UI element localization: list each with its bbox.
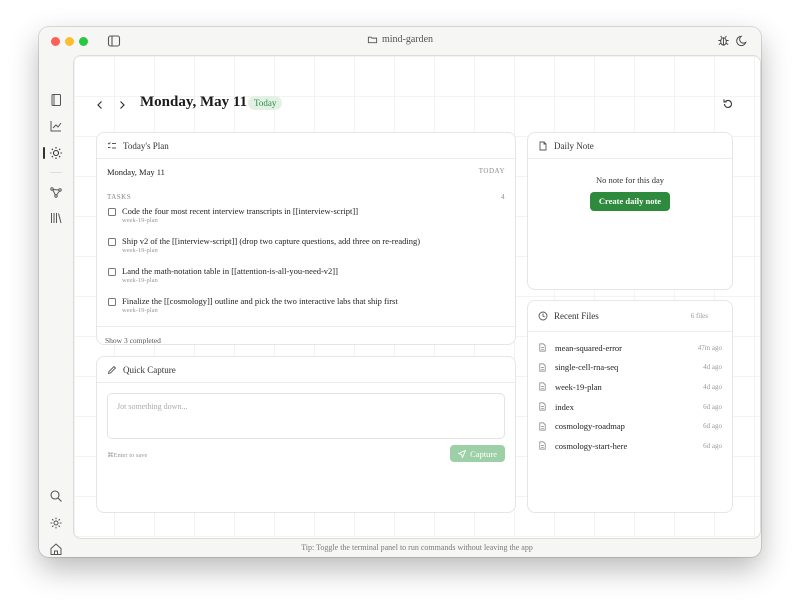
moon-icon[interactable]: [736, 34, 749, 47]
task-text[interactable]: Land the math-notation table in [[attent…: [122, 263, 515, 276]
home-icon[interactable]: [49, 542, 63, 556]
graph-icon[interactable]: [49, 185, 63, 199]
refresh-icon[interactable]: [722, 97, 734, 109]
recent-file-time: 6d ago: [703, 422, 722, 431]
page-title: Monday, May 11: [140, 94, 248, 110]
app-window: mind-garden Monday, May 11 Today Today's…: [39, 27, 761, 557]
recent-file-time: 6d ago: [703, 402, 722, 411]
task-text[interactable]: Finalize the [[cosmology]] outline and p…: [122, 293, 515, 306]
window-title: mind-garden: [39, 34, 761, 45]
recent-file-time: 6d ago: [703, 441, 722, 450]
todays-plan-header: Today's Plan: [97, 133, 515, 159]
recent-file-row[interactable]: index 6d ago: [528, 397, 732, 417]
plan-date-tag: TODAY: [478, 167, 505, 175]
plan-date: Monday, May 11: [107, 167, 165, 177]
daily-note-card: Daily Note No note for this day Create d…: [527, 132, 733, 290]
task-item: Land the math-notation table in [[attent…: [97, 263, 515, 293]
task-checkbox[interactable]: [108, 208, 116, 216]
task-checkbox[interactable]: [108, 298, 116, 306]
file-icon: [539, 422, 546, 431]
rail-divider: [50, 172, 62, 173]
notebook-icon[interactable]: [49, 93, 63, 107]
window-title-text: mind-garden: [381, 34, 434, 45]
tasks-label: TASKS: [107, 193, 132, 201]
quick-capture-title: Quick Capture: [123, 364, 176, 375]
daily-note-empty-text: No note for this day: [596, 175, 664, 185]
recent-file-name: cosmology-roadmap: [555, 421, 625, 432]
recent-file-row[interactable]: cosmology-roadmap 6d ago: [528, 416, 732, 436]
library-icon[interactable]: [49, 211, 63, 225]
create-daily-note-button[interactable]: Create daily note: [590, 192, 670, 211]
task-source[interactable]: week-19-plan: [122, 217, 515, 224]
recent-file-name: mean-squared-error: [555, 342, 623, 353]
capture-button-label: Capture: [470, 448, 497, 459]
search-icon[interactable]: [49, 489, 63, 503]
file-icon: [539, 343, 546, 352]
icon-rail: [39, 55, 73, 557]
task-source[interactable]: week-19-plan: [122, 247, 515, 254]
document-icon: [539, 141, 547, 150]
pencil-icon: [107, 365, 117, 374]
recent-file-time: 47m ago: [697, 343, 722, 352]
task-text[interactable]: Ship v2 of the [[interview-script]] (dro…: [122, 233, 515, 246]
recent-files-count: 6 files: [690, 312, 708, 320]
task-source[interactable]: week-19-plan: [122, 307, 515, 314]
previous-day-icon[interactable]: [94, 98, 106, 110]
show-completed-toggle[interactable]: Show 3 completed: [97, 326, 515, 344]
recent-files-list: mean-squared-error 47m ago single-cell-r…: [528, 332, 732, 456]
file-icon: [539, 402, 546, 411]
capture-hint: ⌘Enter to save: [107, 452, 148, 459]
task-text[interactable]: Code the four most recent interview tran…: [122, 203, 515, 216]
task-item: Code the four most recent interview tran…: [97, 203, 515, 233]
rail-active-indicator: [43, 147, 45, 159]
clock-icon: [538, 311, 548, 321]
file-icon: [539, 383, 546, 391]
task-item: Ship v2 of the [[interview-script]] (dro…: [97, 233, 515, 263]
recent-file-row[interactable]: cosmology-start-here 6d ago: [528, 436, 732, 456]
recent-files-title: Recent Files: [554, 311, 599, 321]
checklist-icon: [107, 141, 116, 148]
recent-file-name: week-19-plan: [555, 381, 602, 392]
recent-file-name: single-cell-rna-seq: [555, 362, 619, 373]
recent-file-row[interactable]: mean-squared-error 47m ago: [528, 338, 732, 358]
task-checkbox[interactable]: [108, 238, 116, 246]
chart-icon[interactable]: [49, 119, 63, 133]
tip-bar: Tip: Toggle the terminal panel to run co…: [301, 543, 533, 552]
daily-note-header: Daily Note: [528, 133, 732, 159]
titlebar: mind-garden: [39, 27, 761, 55]
recent-file-name: cosmology-start-here: [555, 440, 628, 451]
today-badge[interactable]: Today: [248, 96, 283, 110]
recent-file-row[interactable]: week-19-plan 4d ago: [528, 377, 732, 397]
task-item: Finalize the [[cosmology]] outline and p…: [97, 293, 515, 323]
task-checkbox[interactable]: [108, 268, 116, 276]
next-day-icon[interactable]: [116, 98, 128, 110]
task-list: Code the four most recent interview tran…: [97, 201, 515, 323]
recent-file-time: 4d ago: [703, 382, 722, 391]
recent-file-name: index: [555, 401, 574, 412]
capture-input[interactable]: Jot something down...: [107, 393, 505, 439]
file-icon: [539, 441, 546, 450]
quick-capture-card: Quick Capture Jot something down... ⌘Ent…: [96, 356, 516, 513]
todays-plan-card: Today's Plan Monday, May 11 TODAY TASKS …: [96, 132, 516, 345]
daily-note-title: Daily Note: [554, 140, 594, 151]
recent-file-time: 4d ago: [703, 363, 722, 372]
send-icon: [458, 449, 467, 458]
folder-icon: [367, 36, 378, 44]
recent-file-row[interactable]: single-cell-rna-seq 4d ago: [528, 358, 732, 378]
bug-icon[interactable]: [717, 34, 730, 47]
file-icon: [539, 363, 546, 372]
capture-button[interactable]: Capture: [450, 445, 505, 462]
sun-icon[interactable]: [49, 146, 63, 160]
recent-files-card: Recent Files 6 files mean-squared-error …: [527, 300, 733, 513]
todays-plan-title: Today's Plan: [123, 140, 169, 151]
gear-icon[interactable]: [49, 516, 63, 530]
main-content: Monday, May 11 Today Today's Plan Monday…: [73, 55, 761, 539]
recent-files-header: Recent Files 6 files: [528, 301, 732, 332]
tasks-count: 4: [501, 193, 505, 201]
task-source[interactable]: week-19-plan: [122, 277, 515, 284]
quick-capture-header: Quick Capture: [97, 357, 515, 383]
